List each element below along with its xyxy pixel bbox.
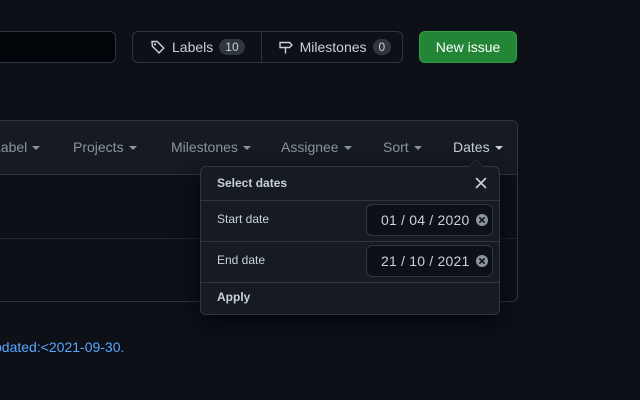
chevron-down-icon xyxy=(414,146,422,150)
chevron-down-icon xyxy=(129,146,137,150)
chevron-down-icon xyxy=(344,146,352,150)
clear-icon[interactable] xyxy=(476,255,488,267)
end-date-field[interactable]: 21 / 10 / 2021 xyxy=(366,245,493,277)
filter-projects-text: Projects xyxy=(73,139,124,155)
chevron-down-icon xyxy=(32,146,40,150)
close-icon[interactable] xyxy=(473,175,489,191)
filter-label[interactable]: Label xyxy=(0,139,40,155)
filter-sort-text: Sort xyxy=(383,139,409,155)
milestones-label: Milestones xyxy=(300,39,367,55)
divider xyxy=(201,282,499,283)
milestone-icon xyxy=(278,39,294,55)
filter-assignee-text: Assignee xyxy=(281,139,339,155)
labels-count-badge: 10 xyxy=(219,39,244,55)
filter-assignee[interactable]: Assignee xyxy=(281,139,352,155)
end-date-value: 21 / 10 / 2021 xyxy=(381,253,469,269)
labels-link[interactable]: Labels 10 xyxy=(133,32,262,62)
tag-icon xyxy=(150,39,166,55)
start-date-value: 01 / 04 / 2020 xyxy=(381,212,469,228)
filter-dates-text: Dates xyxy=(453,139,490,155)
filter-dates[interactable]: Dates xyxy=(453,139,503,155)
clear-icon[interactable] xyxy=(476,214,488,226)
end-date-label: End date xyxy=(217,253,265,267)
popup-title: Select dates xyxy=(217,176,287,190)
milestones-count-badge: 0 xyxy=(373,39,392,55)
divider xyxy=(201,241,499,242)
start-date-label: Start date xyxy=(217,212,269,226)
filter-milestones-text: Milestones xyxy=(171,139,238,155)
labels-milestones-group: Labels 10 Milestones 0 xyxy=(132,31,403,63)
start-date-field[interactable]: 01 / 04 / 2020 xyxy=(366,204,493,236)
new-issue-button[interactable]: New issue xyxy=(419,31,517,63)
labels-label: Labels xyxy=(172,39,213,55)
divider xyxy=(201,200,499,201)
filter-milestones[interactable]: Milestones xyxy=(171,139,251,155)
chevron-down-icon xyxy=(243,146,251,150)
dates-popup: Select dates Start date 01 / 04 / 2020 E… xyxy=(200,166,500,315)
chevron-down-icon xyxy=(495,146,503,150)
search-input[interactable] xyxy=(0,31,116,63)
filter-sort[interactable]: Sort xyxy=(383,139,422,155)
filter-projects[interactable]: Projects xyxy=(73,139,137,155)
apply-button[interactable]: Apply xyxy=(217,290,250,304)
milestones-link[interactable]: Milestones 0 xyxy=(262,32,408,62)
filter-label-text: Label xyxy=(0,139,27,155)
search-hint-link[interactable]: pdated:<2021-09-30. xyxy=(0,339,124,355)
